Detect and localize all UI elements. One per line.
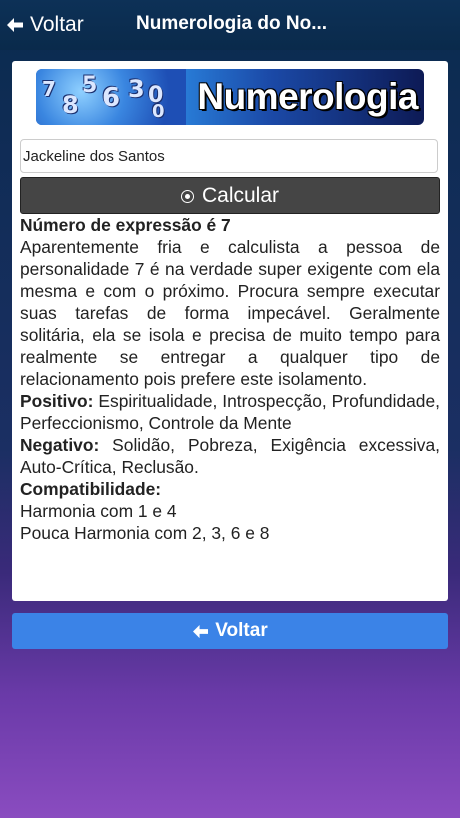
banner-digit: 3 (128, 75, 145, 103)
result-heading: Número de expressão é 7 (20, 215, 231, 235)
positive-traits: Positivo: Espiritualidade, Introspecção,… (20, 390, 440, 434)
banner-digit: 0 (152, 101, 165, 122)
arrow-left-icon (192, 624, 209, 639)
nav-back-label: Voltar (30, 13, 84, 36)
name-input[interactable] (20, 139, 438, 173)
calculate-button[interactable]: Calcular (20, 177, 440, 214)
banner-word: Numerologia (197, 76, 418, 117)
harmony-text: Harmonia com 1 e 4 (20, 501, 177, 521)
result-section: Número de expressão é 7 Aparentemente fr… (20, 214, 440, 544)
banner-digit: 7 (42, 77, 56, 101)
banner-digit: 8 (62, 91, 79, 119)
compatibility-label: Compatibilidade: (20, 479, 162, 499)
negative-traits: Negativo: Solidão, Pobreza, Exigência ex… (20, 434, 440, 478)
result-description: Aparentemente fria e calculista a pessoa… (20, 237, 440, 389)
navigation-bar: Voltar Numerologia do No... (0, 0, 460, 50)
calculate-label: Calcular (201, 183, 280, 207)
banner-digit: 5 (82, 73, 98, 98)
negative-label: Negativo: (20, 435, 100, 455)
nav-back-button[interactable]: Voltar (6, 11, 84, 39)
numerologia-banner-logo: 7 8 5 6 3 0 0 Numerologia (36, 69, 424, 125)
footer-back-label: Voltar (215, 620, 268, 641)
arrow-left-icon (6, 17, 24, 33)
banner-digits: 7 8 5 6 3 0 0 (36, 69, 186, 125)
positive-label: Positivo: (20, 391, 94, 411)
page-title: Numerologia do No... (136, 13, 328, 34)
low-harmony-text: Pouca Harmonia com 2, 3, 6 e 8 (20, 523, 270, 543)
footer-back-button[interactable]: Voltar (12, 613, 448, 649)
radio-circle-icon (180, 190, 194, 203)
content-card: 7 8 5 6 3 0 0 Numerologia Calcular Númer… (12, 61, 448, 601)
banner-digit: 6 (102, 83, 121, 113)
